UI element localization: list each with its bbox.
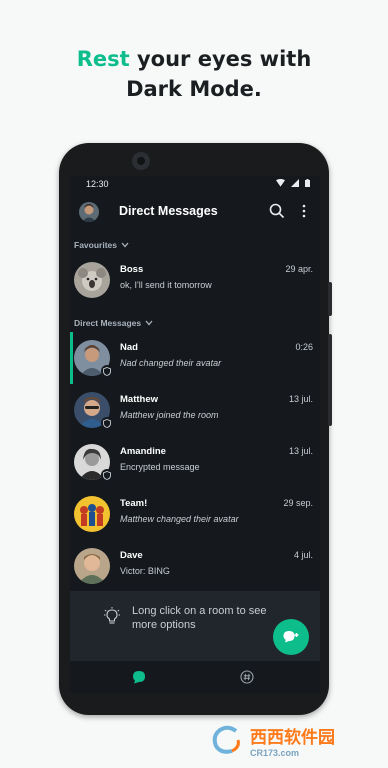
front-camera: [132, 152, 150, 170]
room-date: 0:26: [295, 342, 313, 352]
chevron-down-icon: [145, 320, 153, 326]
section-favourites-header[interactable]: Favourites: [74, 240, 129, 250]
section-favourites-label: Favourites: [74, 240, 117, 250]
headline-line2: Dark Mode.: [126, 77, 262, 101]
room-name: Matthew: [120, 394, 158, 405]
wifi-icon: [276, 179, 285, 187]
page-title: Direct Messages: [119, 204, 218, 218]
new-chat-icon: [283, 631, 299, 643]
room-last-message: Matthew joined the room: [120, 410, 219, 420]
phone-volume-button: [328, 334, 332, 426]
promo-headline: Rest your eyes with Dark Mode.: [0, 44, 388, 104]
room-name: Nad: [120, 342, 138, 353]
selected-indicator: [70, 332, 73, 384]
room-last-message: Matthew changed their avatar: [120, 514, 239, 524]
room-name: Team!: [120, 498, 148, 509]
new-chat-fab[interactable]: [273, 619, 309, 655]
hash-icon[interactable]: [240, 670, 254, 684]
room-name: Amandine: [120, 446, 166, 457]
room-item-dave[interactable]: Dave 4 jul. Victor: BING: [70, 540, 320, 592]
room-avatar: [74, 548, 110, 584]
chevron-down-icon: [121, 242, 129, 248]
status-bar: 12:30: [70, 176, 320, 194]
watermark-subtext: CR173.com: [250, 747, 300, 758]
watermark-text: 西西软件园: [250, 727, 335, 748]
room-last-message: Encrypted message: [120, 462, 200, 472]
room-date: 29 sep.: [283, 498, 313, 508]
hint-text: Long click on a room to see more options: [132, 605, 267, 631]
search-icon[interactable]: [269, 203, 285, 219]
room-name: Boss: [120, 264, 144, 275]
bottom-nav: [70, 661, 320, 693]
chat-bubble-icon[interactable]: [132, 670, 146, 684]
room-last-message: Victor: BING: [120, 566, 170, 576]
app-bar: Direct Messages: [70, 194, 320, 230]
room-item-matthew[interactable]: Matthew 13 jul. Matthew joined the room: [70, 384, 320, 436]
lightbulb-icon: [104, 607, 120, 624]
headline-accent: Rest: [76, 47, 130, 71]
my-avatar[interactable]: [79, 202, 99, 222]
watermark-logo: 西西软件园 CR173.com: [210, 718, 370, 762]
section-direct-messages-header[interactable]: Direct Messages: [74, 318, 153, 328]
room-date: 13 jul.: [288, 446, 313, 456]
shield-icon: [101, 469, 113, 481]
room-last-message: ok, I'll send it tomorrow: [120, 280, 212, 290]
section-direct-messages-label: Direct Messages: [74, 318, 142, 328]
room-name: Dave: [120, 550, 143, 561]
room-item-team[interactable]: Team! 29 sep. Matthew changed their avat…: [70, 488, 320, 540]
room-item-amandine[interactable]: Amandine 13 jul. Encrypted message: [70, 436, 320, 488]
headline-line1: your eyes with: [129, 47, 312, 71]
room-date: 13 jul.: [288, 394, 313, 404]
room-last-message: Nad changed their avatar: [120, 358, 222, 368]
shield-icon: [101, 417, 113, 429]
app-screen: 12:30 Direct Messages Favourites Boss 29…: [70, 176, 320, 693]
signal-icon: [291, 179, 299, 187]
room-date: 29 apr.: [285, 264, 313, 274]
watermark-mark-icon: [212, 725, 240, 754]
room-item-nad[interactable]: Nad 0:26 Nad changed their avatar: [70, 332, 320, 384]
room-avatar: [74, 496, 110, 532]
room-avatar: [74, 262, 110, 298]
phone-side-button: [328, 282, 332, 316]
status-time: 12:30: [86, 179, 109, 189]
battery-icon: [305, 179, 310, 187]
room-item-boss[interactable]: Boss 29 apr. ok, I'll send it tomorrow: [70, 254, 320, 306]
more-vert-icon[interactable]: [301, 204, 307, 218]
shield-icon: [101, 365, 113, 377]
room-date: 4 jul.: [293, 550, 313, 560]
